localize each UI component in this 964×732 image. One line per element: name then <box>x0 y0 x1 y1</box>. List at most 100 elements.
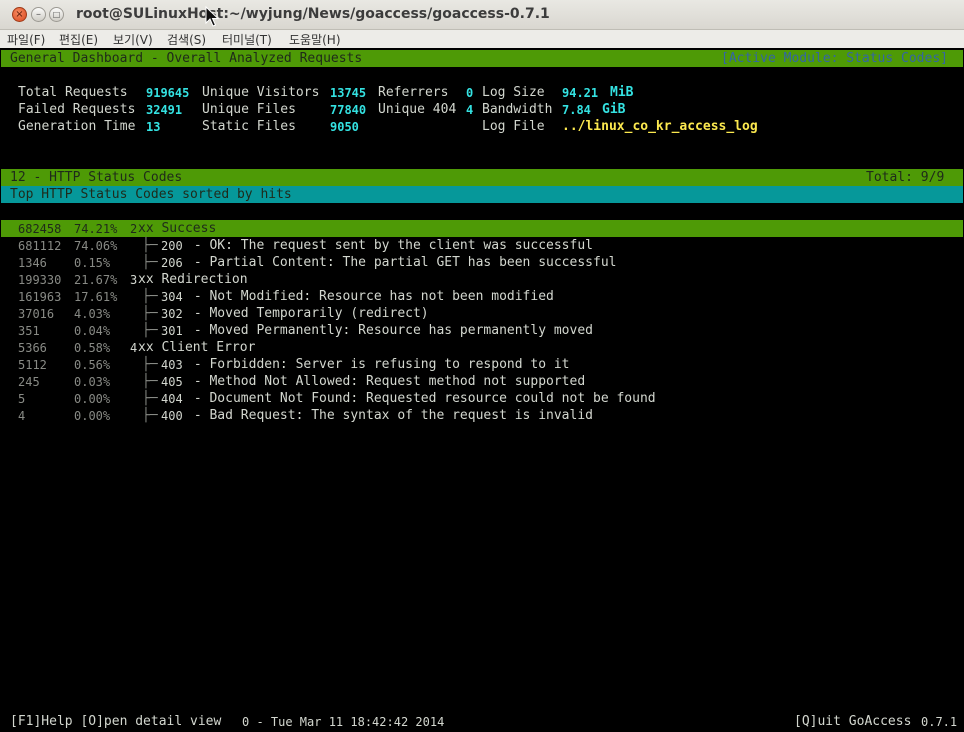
tree-branch: ├─ <box>142 323 158 338</box>
unique-files-value: 77840 <box>330 103 367 117</box>
percent-value: 21.67% <box>74 273 118 287</box>
log-size-value: 94.21 <box>562 86 599 100</box>
percent-value: 0.03% <box>74 375 111 389</box>
static-files-label: Static Files <box>202 119 296 134</box>
status-code: 400 <box>161 409 183 423</box>
status-code: 206 <box>161 256 183 270</box>
quit-goaccess[interactable]: [Q]uit GoAccess <box>794 713 911 730</box>
hits-value: 4 <box>18 409 26 423</box>
status-description: - Forbidden: Server is refusing to respo… <box>186 357 570 372</box>
module-title: 12 - HTTP Status Codes <box>10 170 183 185</box>
bandwidth-label: Bandwidth <box>482 102 553 117</box>
hits-value: 681112 <box>18 239 62 253</box>
percent-value: 0.00% <box>74 409 111 423</box>
hits-value: 1346 <box>18 256 47 270</box>
menu-help[interactable]: 도움말(H) <box>289 31 341 48</box>
status-code: 304 <box>161 290 183 304</box>
status-code: 301 <box>161 324 183 338</box>
module-total: Total: 9/9 <box>866 170 945 185</box>
hits-value: 5 <box>18 392 26 406</box>
total-requests-value: 919645 <box>146 86 190 100</box>
close-button[interactable]: × <box>12 7 27 22</box>
unique-visitors-label: Unique Visitors <box>202 85 320 100</box>
dashboard-title: General Dashboard - Overall Analyzed Req… <box>10 51 363 66</box>
tree-branch: ├─ <box>142 391 158 406</box>
tree-branch: ├─ <box>142 289 158 304</box>
total-requests-label: Total Requests <box>18 85 128 100</box>
status-description: - Partial Content: The partial GET has b… <box>186 255 617 270</box>
tree-branch: ├─ <box>142 238 158 253</box>
failed-requests-label: Failed Requests <box>18 102 136 117</box>
percent-value: 0.04% <box>74 324 111 338</box>
hits-value: 37016 <box>18 307 55 321</box>
percent-value: 74.06% <box>74 239 118 253</box>
tree-branch: ├─ <box>142 408 158 423</box>
tree-branch: ├─ <box>142 357 158 372</box>
menu-terminal[interactable]: 터미널(T) <box>222 31 272 48</box>
unique-404-value: 4 <box>466 103 474 117</box>
tree-branch: ├─ <box>142 255 158 270</box>
percent-value: 4.03% <box>74 307 111 321</box>
unique-404-label: Unique 404 <box>378 102 457 117</box>
hits-value: 199330 <box>18 273 62 287</box>
percent-value: 0.56% <box>74 358 111 372</box>
hits-value: 5112 <box>18 358 47 372</box>
status-code: 405 <box>161 375 183 389</box>
footer-status: 0 - Tue Mar 11 18:42:42 2014 <box>242 715 445 729</box>
menu-edit[interactable]: 편집(E) <box>59 31 98 48</box>
terminal-content[interactable]: General Dashboard - Overall Analyzed Req… <box>0 48 964 732</box>
status-description: - Moved Temporarily (redirect) <box>186 306 429 321</box>
percent-value: 0.15% <box>74 256 111 270</box>
hits-value: 682458 <box>18 222 62 236</box>
status-code: 403 <box>161 358 183 372</box>
status-description: - Moved Permanently: Resource has perman… <box>186 323 593 338</box>
status-code: 404 <box>161 392 183 406</box>
status-class-label: xx Redirection <box>138 272 248 287</box>
status-description: - Method Not Allowed: Request method not… <box>186 374 586 389</box>
unique-files-label: Unique Files <box>202 102 296 117</box>
hits-value: 161963 <box>18 290 62 304</box>
terminal-window: × – □ root@SULinuxHost:~/wyjung/News/goa… <box>0 0 964 732</box>
status-class-label: xx Success <box>138 221 217 236</box>
tree-branch: ├─ <box>142 374 158 389</box>
status-class-digit: 3 <box>130 273 138 287</box>
tree-branch: ├─ <box>142 306 158 321</box>
mouse-pointer-icon <box>205 6 219 27</box>
footer-help[interactable]: [F1]Help [O]pen detail view <box>10 713 221 730</box>
menu-view[interactable]: 보기(V) <box>113 31 153 48</box>
percent-value: 0.00% <box>74 392 111 406</box>
hits-value: 5366 <box>18 341 47 355</box>
generation-time-label: Generation Time <box>18 119 136 134</box>
status-description: - Document Not Found: Requested resource… <box>186 391 656 406</box>
status-description: - Not Modified: Resource has not been mo… <box>186 289 554 304</box>
maximize-button[interactable]: □ <box>49 7 64 22</box>
minimize-button[interactable]: – <box>31 7 46 22</box>
module-subtitle: Top HTTP Status Codes sorted by hits <box>10 187 292 202</box>
unique-visitors-value: 13745 <box>330 86 367 100</box>
log-size-unit: MiB <box>610 85 634 100</box>
status-class-digit: 4 <box>130 341 138 355</box>
percent-value: 17.61% <box>74 290 118 304</box>
version-label: 0.7.1 <box>921 715 958 729</box>
log-file-value: ../linux_co_kr_access_log <box>562 119 758 134</box>
hits-value: 351 <box>18 324 40 338</box>
status-class-label: xx Client Error <box>138 340 256 355</box>
menu-file[interactable]: 파일(F) <box>7 31 45 48</box>
generation-time-value: 13 <box>146 120 161 134</box>
menu-search[interactable]: 검색(S) <box>167 31 206 48</box>
percent-value: 0.58% <box>74 341 111 355</box>
failed-requests-value: 32491 <box>146 103 183 117</box>
percent-value: 74.21% <box>74 222 118 236</box>
hits-value: 245 <box>18 375 40 389</box>
status-class-digit: 2 <box>130 222 138 236</box>
status-code: 302 <box>161 307 183 321</box>
menu-bar: 파일(F) 편집(E) 보기(V) 검색(S) 터미널(T) 도움말(H) <box>0 30 964 48</box>
log-file-label: Log File <box>482 119 545 134</box>
referrers-value: 0 <box>466 86 474 100</box>
active-module-label: [Active Module: Status Codes] <box>721 51 948 66</box>
status-description: - Bad Request: The syntax of the request… <box>186 408 593 423</box>
log-size-label: Log Size <box>482 85 545 100</box>
status-code: 200 <box>161 239 183 253</box>
status-description: - OK: The request sent by the client was… <box>186 238 593 253</box>
title-bar[interactable]: × – □ root@SULinuxHost:~/wyjung/News/goa… <box>0 0 964 30</box>
